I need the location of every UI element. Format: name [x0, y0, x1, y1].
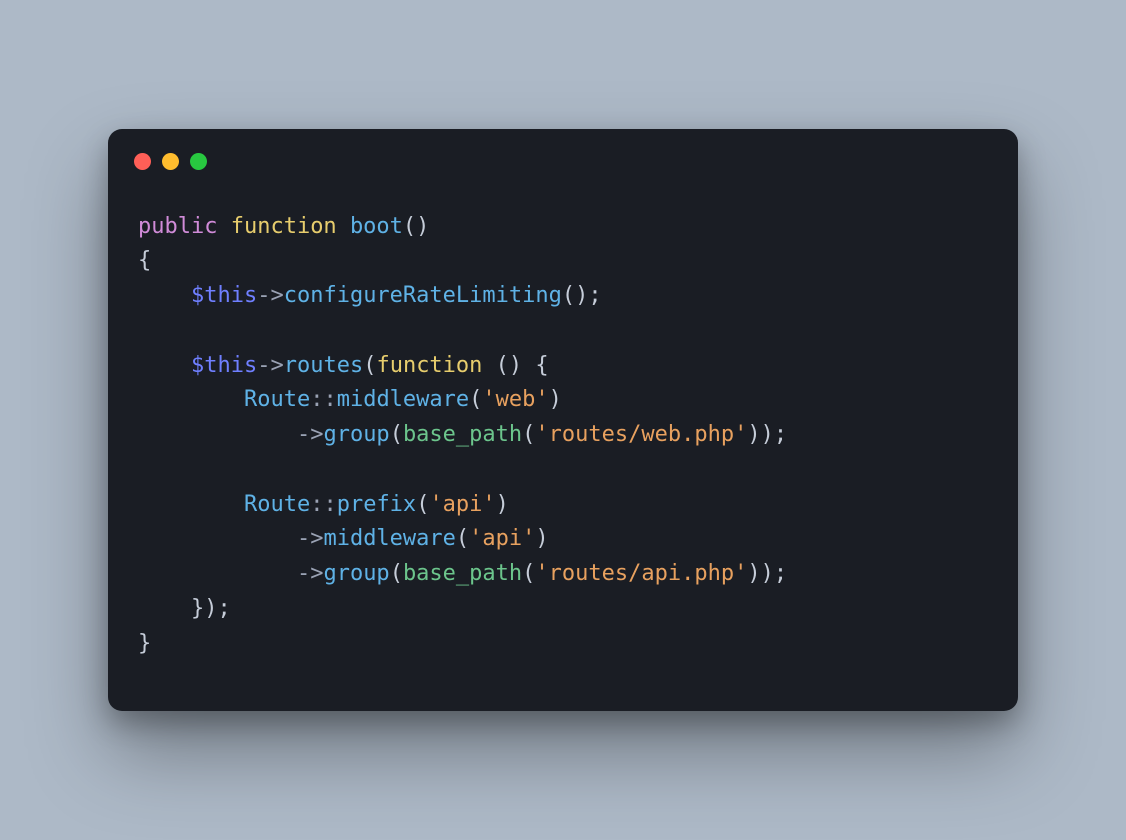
code-token: () {: [496, 353, 549, 378]
code-token: middleware: [337, 387, 469, 412]
code-token: 'api': [469, 526, 535, 551]
code-token: 'web': [482, 387, 548, 412]
code-token: group: [323, 422, 389, 447]
code-token: ->: [297, 526, 324, 551]
code-token: 'routes/web.php': [535, 422, 747, 447]
code-token: ): [549, 387, 562, 412]
code-token: [138, 561, 297, 586]
code-token: ): [496, 492, 509, 517]
code-token: [138, 422, 297, 447]
code-token: (: [469, 387, 482, 412]
code-token: (: [456, 526, 469, 551]
code-token: }: [138, 631, 151, 656]
code-token: boot: [350, 214, 403, 239]
code-token: Route: [244, 492, 310, 517]
code-token: ->: [257, 353, 284, 378]
code-token: ));: [747, 422, 787, 447]
code-token: ->: [257, 283, 284, 308]
code-token: group: [323, 561, 389, 586]
code-token: public: [138, 214, 231, 239]
code-token: ->: [297, 561, 324, 586]
code-token: (): [403, 214, 430, 239]
code-token: base_path: [403, 422, 522, 447]
code-token: $this: [191, 283, 257, 308]
code-token: base_path: [403, 561, 522, 586]
code-token: (: [390, 422, 403, 447]
code-token: Route: [244, 387, 310, 412]
code-block[interactable]: public function boot() { $this->configur…: [108, 178, 1018, 712]
code-token: middleware: [323, 526, 455, 551]
code-token: [138, 492, 244, 517]
code-token: ();: [562, 283, 602, 308]
close-icon[interactable]: [134, 153, 151, 170]
code-token: (: [416, 492, 429, 517]
code-token: 'api': [429, 492, 495, 517]
code-token: ::: [310, 492, 337, 517]
minimize-icon[interactable]: [162, 153, 179, 170]
code-token: });: [138, 596, 231, 621]
code-token: (: [522, 561, 535, 586]
code-token: ->: [297, 422, 324, 447]
code-token: [138, 283, 191, 308]
code-token: $this: [191, 353, 257, 378]
code-token: prefix: [337, 492, 416, 517]
code-token: function: [231, 214, 350, 239]
code-token: ::: [310, 387, 337, 412]
code-token: [138, 353, 191, 378]
code-token: (: [363, 353, 376, 378]
code-token: {: [138, 248, 151, 273]
code-token: (: [522, 422, 535, 447]
window-titlebar: [108, 129, 1018, 178]
code-token: 'routes/api.php': [535, 561, 747, 586]
code-token: configureRateLimiting: [284, 283, 562, 308]
code-token: [138, 387, 244, 412]
zoom-icon[interactable]: [190, 153, 207, 170]
code-token: (: [390, 561, 403, 586]
code-token: routes: [284, 353, 363, 378]
code-token: [138, 526, 297, 551]
code-token: function: [376, 353, 495, 378]
code-token: ): [535, 526, 548, 551]
code-token: ));: [747, 561, 787, 586]
code-card: public function boot() { $this->configur…: [108, 129, 1018, 712]
